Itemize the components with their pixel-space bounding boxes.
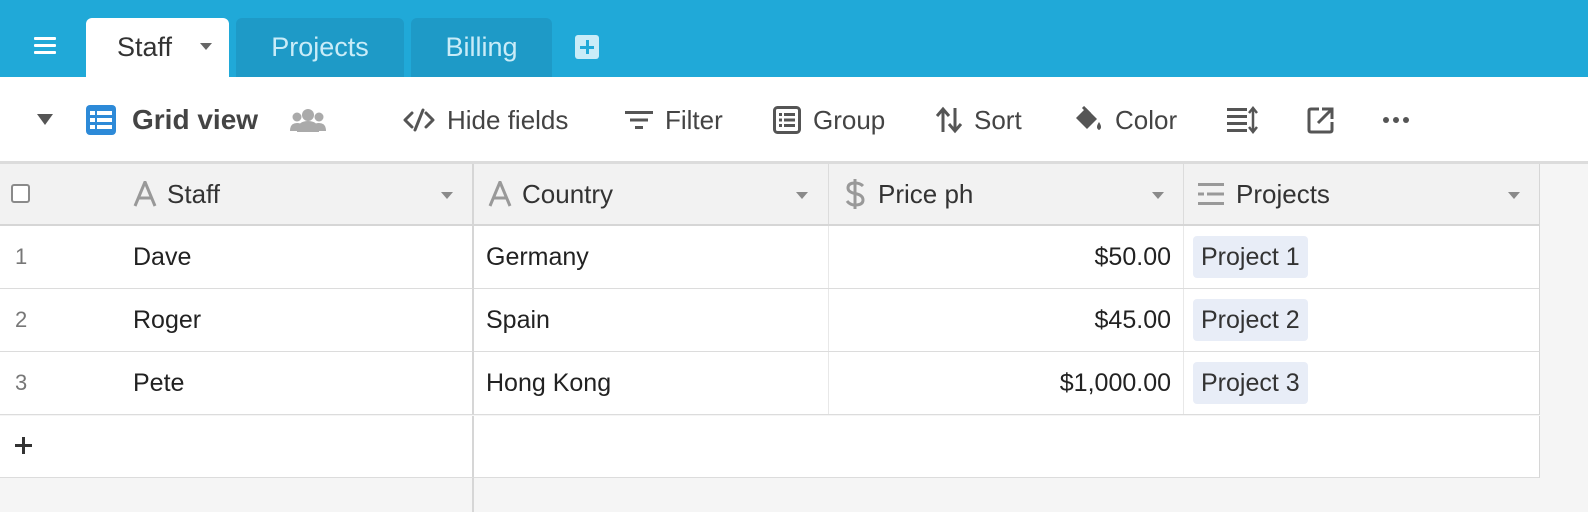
- hide-fields-icon: [403, 108, 435, 132]
- tab-bar: Staff Projects Billing: [0, 0, 1588, 77]
- group-label: Group: [813, 104, 886, 135]
- cell-country[interactable]: Spain: [486, 289, 550, 351]
- group-icon: [773, 106, 801, 134]
- add-record-row-extension[interactable]: [474, 416, 1540, 478]
- column-divider: [1183, 352, 1184, 414]
- cell-country[interactable]: Hong Kong: [486, 352, 611, 414]
- paint-bucket-icon: [1076, 106, 1101, 130]
- ellipsis-icon: [1383, 117, 1409, 123]
- column-header-country[interactable]: Country: [488, 164, 613, 224]
- row-number: 1: [15, 244, 28, 269]
- column-header-projects[interactable]: Projects: [1196, 164, 1330, 224]
- view-switcher-caret-icon[interactable]: [37, 114, 53, 125]
- add-record-row[interactable]: [0, 416, 474, 478]
- table-row[interactable]: 3 Pete: [0, 352, 474, 415]
- column-divider: [828, 164, 829, 224]
- table-row[interactable]: Spain $45.00 Project 2: [474, 289, 1540, 352]
- column-divider: [1183, 289, 1184, 351]
- more-options-button[interactable]: [1382, 101, 1410, 139]
- collaborators-button[interactable]: [290, 101, 326, 139]
- tab-billing[interactable]: Billing: [411, 18, 552, 77]
- linked-record-chip[interactable]: Project 2: [1193, 299, 1308, 341]
- view-name: Grid view: [132, 104, 259, 135]
- cell-price[interactable]: $50.00: [829, 226, 1171, 288]
- column-divider: [1183, 226, 1184, 288]
- sort-button[interactable]: Sort: [936, 101, 1022, 139]
- tab-label: Billing: [445, 32, 518, 62]
- frozen-column-divider: [472, 478, 474, 512]
- sort-label: Sort: [974, 104, 1022, 135]
- tab-label: Projects: [271, 32, 369, 62]
- tab-projects[interactable]: Projects: [236, 18, 404, 77]
- column-header-label: Projects: [1236, 178, 1330, 209]
- row-height-icon: [1227, 106, 1258, 134]
- column-header-label: Price ph: [878, 178, 974, 209]
- users-icon: [290, 109, 326, 132]
- view-toolbar: Grid view Hide fields Filter Group Sort …: [0, 77, 1588, 164]
- column-divider: [1183, 164, 1184, 224]
- chevron-down-icon[interactable]: [200, 43, 212, 50]
- add-record-plus-icon[interactable]: [15, 437, 32, 454]
- linked-record-chip[interactable]: Project 3: [1193, 362, 1308, 404]
- tab-staff[interactable]: Staff: [86, 18, 229, 77]
- add-table-icon[interactable]: [575, 35, 599, 59]
- column-header-label: Staff: [167, 178, 221, 209]
- table-row[interactable]: 2 Roger: [0, 289, 474, 352]
- row-height-button[interactable]: [1226, 101, 1258, 139]
- view-switcher[interactable]: Grid view: [85, 101, 258, 139]
- cell-staff[interactable]: Dave: [133, 226, 191, 288]
- row-number: 2: [15, 307, 28, 332]
- sort-icon: [936, 106, 962, 134]
- linked-record-icon: [1198, 183, 1224, 205]
- column-menu-chevron-icon[interactable]: [796, 192, 808, 199]
- cell-staff[interactable]: Roger: [133, 289, 201, 351]
- column-header-staff[interactable]: Staff: [133, 164, 220, 224]
- share-view-button[interactable]: [1307, 101, 1335, 139]
- hide-fields-label: Hide fields: [447, 104, 569, 135]
- share-external-icon: [1307, 107, 1334, 134]
- color-label: Color: [1115, 104, 1178, 135]
- cell-country[interactable]: Germany: [486, 226, 589, 288]
- cell-price[interactable]: $45.00: [829, 289, 1171, 351]
- hide-fields-button[interactable]: Hide fields: [403, 101, 568, 139]
- column-menu-chevron-icon[interactable]: [441, 192, 453, 199]
- tab-label: Staff: [117, 32, 173, 62]
- row-number: 3: [15, 370, 28, 395]
- select-all-checkbox[interactable]: [11, 184, 30, 203]
- filter-icon: [625, 111, 653, 129]
- text-field-icon: [133, 181, 157, 207]
- grid-header: Country Price ph Projects: [474, 164, 1540, 226]
- grid: Staff Country Price ph Projects 1 Dave G…: [0, 164, 1588, 512]
- filter-label: Filter: [665, 104, 723, 135]
- table-row[interactable]: Hong Kong $1,000.00 Project 3: [474, 352, 1540, 415]
- column-header-price[interactable]: Price ph: [844, 164, 973, 224]
- table-row[interactable]: Germany $50.00 Project 1: [474, 226, 1540, 289]
- cell-price[interactable]: $1,000.00: [829, 352, 1171, 414]
- column-menu-chevron-icon[interactable]: [1152, 192, 1164, 199]
- text-field-icon: [488, 181, 512, 207]
- column-menu-chevron-icon[interactable]: [1508, 192, 1520, 199]
- linked-record-chip[interactable]: Project 1: [1193, 236, 1308, 278]
- column-header-label: Country: [522, 178, 614, 209]
- grid-header-frozen: Staff: [0, 164, 474, 226]
- cell-staff[interactable]: Pete: [133, 352, 184, 414]
- grid-view-icon: [86, 105, 116, 135]
- group-button[interactable]: Group: [773, 101, 885, 139]
- color-button[interactable]: Color: [1073, 101, 1177, 139]
- currency-field-icon: [845, 179, 865, 209]
- table-row[interactable]: 1 Dave: [0, 226, 474, 289]
- filter-button[interactable]: Filter: [625, 101, 723, 139]
- hamburger-menu-icon[interactable]: [28, 30, 62, 58]
